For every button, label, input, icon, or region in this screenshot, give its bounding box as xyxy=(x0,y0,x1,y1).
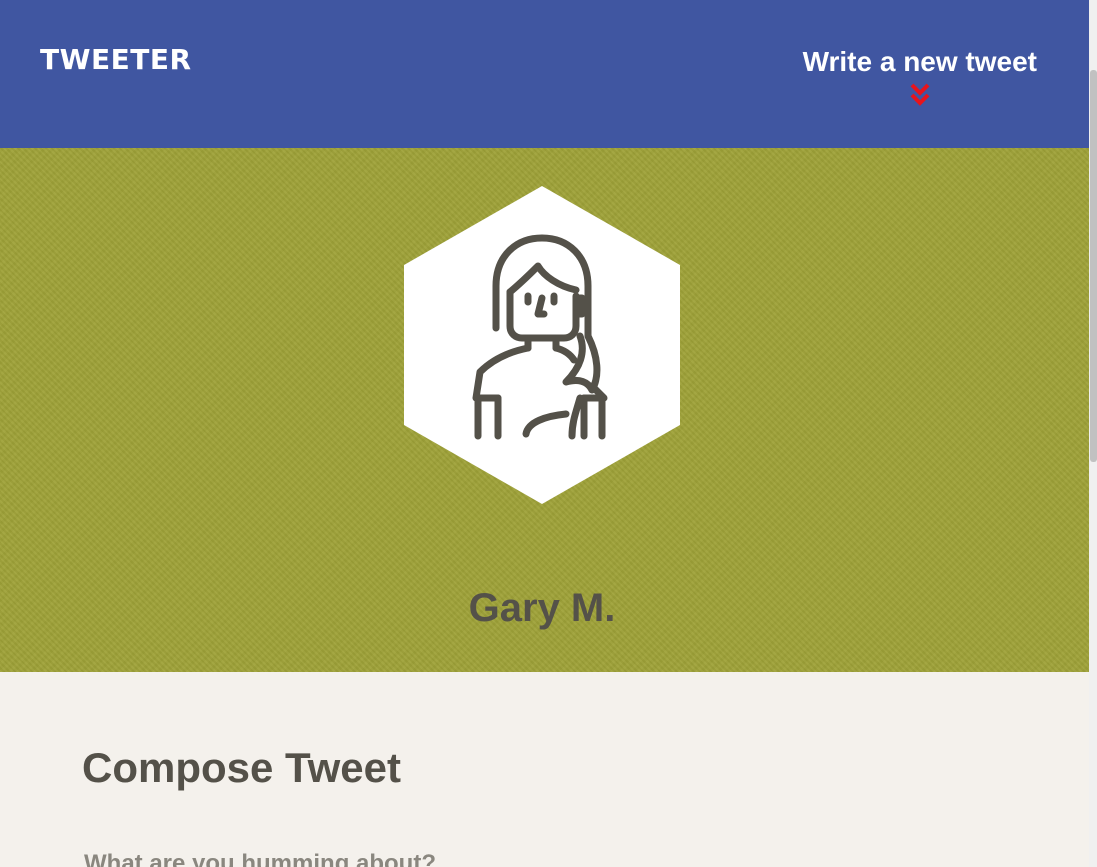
write-new-tweet-button[interactable]: Write a new tweet xyxy=(803,42,1037,108)
scrollbar-thumb[interactable] xyxy=(1090,70,1097,462)
page: TWEETER Write a new tweet Gary M. Compos… xyxy=(0,0,1097,867)
logo[interactable]: TWEETER xyxy=(40,42,192,78)
double-chevron-down-icon[interactable] xyxy=(909,82,931,108)
vertical-scrollbar[interactable] xyxy=(1089,0,1097,867)
compose-prompt-label: What are you humming about? xyxy=(84,850,436,867)
user-name: Gary M. xyxy=(468,586,616,630)
write-new-tweet-label[interactable]: Write a new tweet xyxy=(803,42,1037,82)
compose-section: Compose Tweet What are you humming about… xyxy=(0,672,1089,867)
avatar xyxy=(404,186,680,504)
avatar-hexagon xyxy=(404,186,680,504)
top-nav: TWEETER Write a new tweet xyxy=(0,0,1089,148)
compose-title: Compose Tweet xyxy=(82,744,401,791)
profile-header: Gary M. xyxy=(0,148,1089,672)
